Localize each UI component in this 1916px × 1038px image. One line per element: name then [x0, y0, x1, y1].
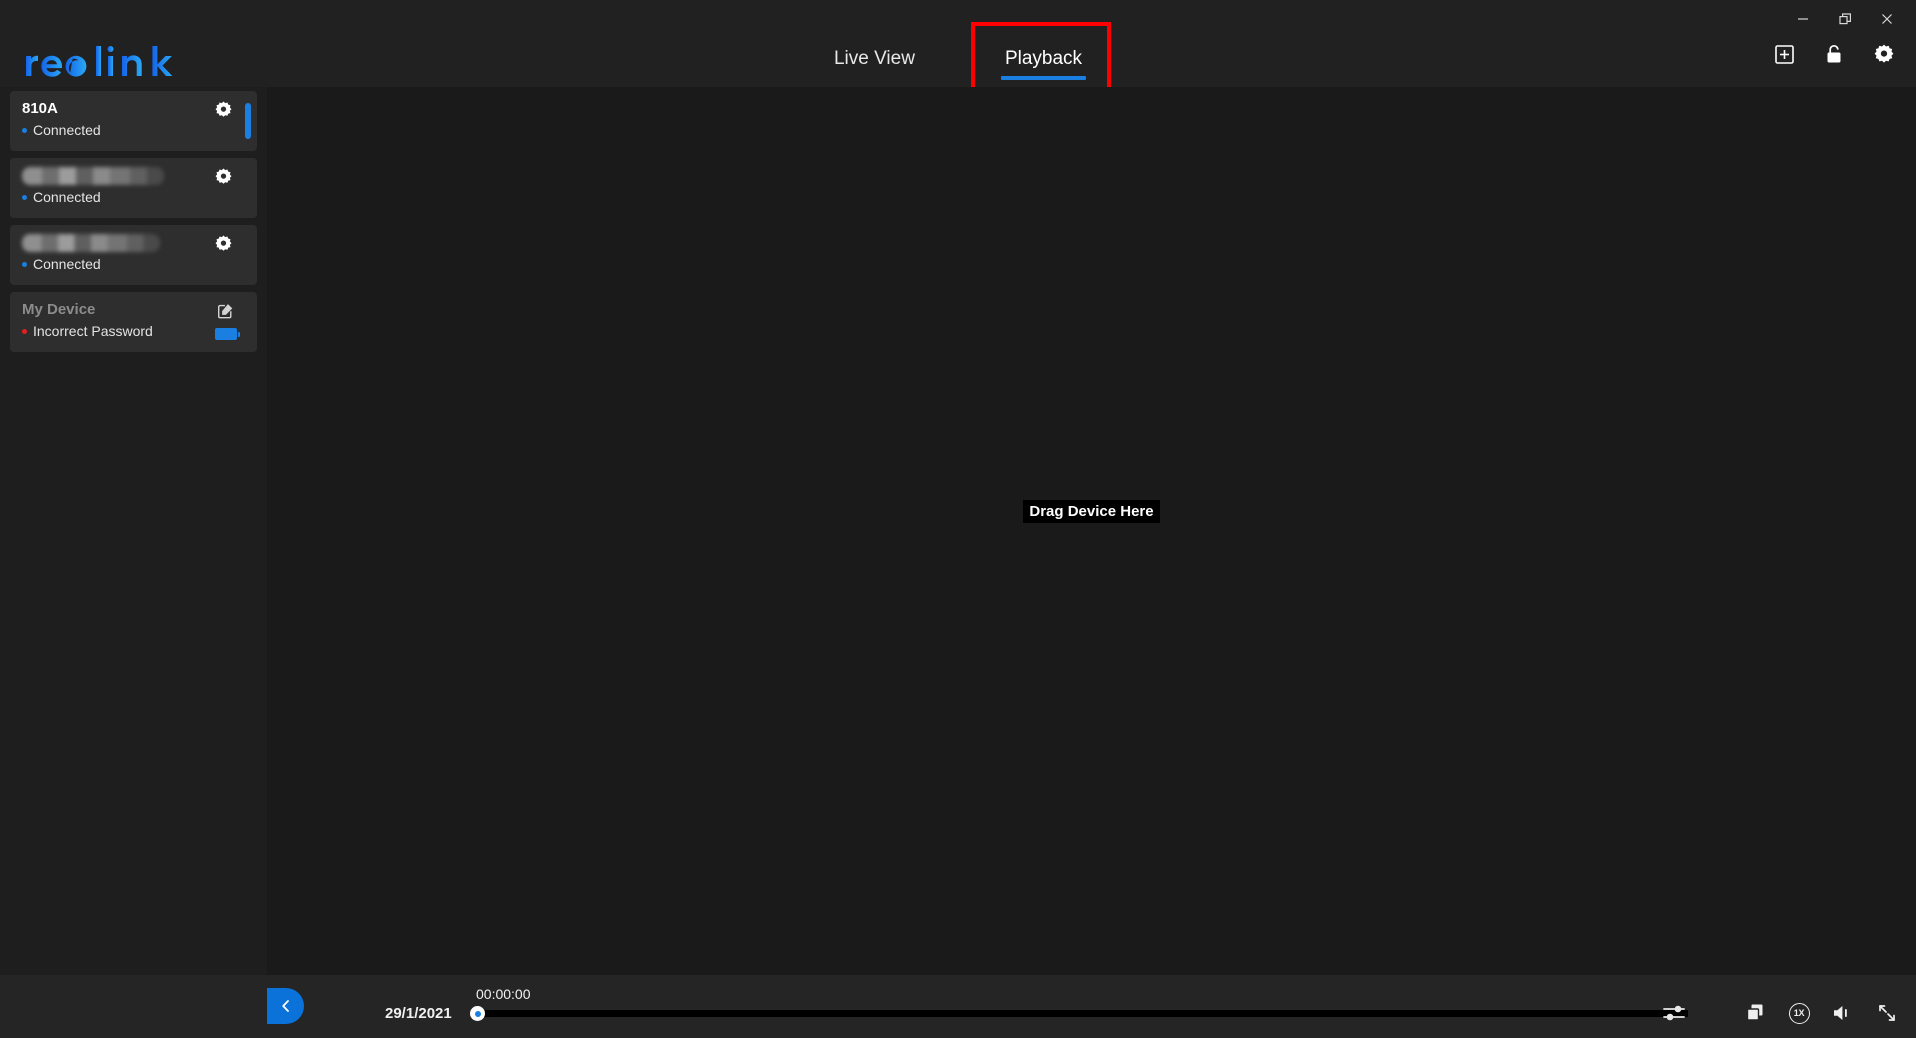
device-status-label: Incorrect Password: [33, 323, 153, 339]
status-dot: [22, 127, 27, 133]
fullscreen-icon[interactable]: [1876, 1003, 1898, 1023]
device-name: [22, 167, 164, 185]
device-list-item[interactable]: Connected: [10, 225, 257, 285]
settings-gear-icon[interactable]: [1874, 44, 1894, 64]
device-list-item[interactable]: Connected: [10, 158, 257, 218]
playback-date[interactable]: 29/1/2021: [385, 1005, 452, 1022]
device-settings-gear-icon[interactable]: [215, 235, 233, 253]
playback-speed-label: 1X: [1788, 1002, 1810, 1024]
filter-icon[interactable]: [1663, 1004, 1685, 1022]
device-status-label: Connected: [33, 256, 101, 272]
tab-playback[interactable]: Playback: [999, 45, 1088, 80]
device-status-label: Connected: [33, 189, 101, 205]
volume-icon[interactable]: [1832, 1003, 1854, 1023]
restore-icon[interactable]: [1824, 0, 1866, 38]
device-name: My Device: [22, 301, 96, 318]
playback-video-stage[interactable]: Drag Device Here: [267, 87, 1916, 975]
device-status: Connected: [22, 187, 245, 207]
add-device-icon[interactable]: [1774, 44, 1794, 64]
scrubber-track[interactable]: [480, 1010, 1688, 1017]
playback-time: 00:00:00: [476, 986, 531, 1002]
minimize-icon[interactable]: [1782, 0, 1824, 38]
scrubber-handle[interactable]: [470, 1006, 485, 1021]
device-status: Connected: [22, 120, 245, 140]
reolink-client-window: Live View Playback 810A Connected Connec…: [0, 0, 1916, 1038]
status-dot: [22, 328, 27, 334]
playback-speed-badge[interactable]: 1X: [1788, 1002, 1810, 1024]
battery-indicator: [215, 328, 240, 340]
main-nav: Live View Playback: [0, 38, 1916, 87]
drag-device-hint: Drag Device Here: [1023, 499, 1160, 523]
device-settings-gear-icon[interactable]: [215, 168, 233, 186]
sidebar-collapse-button[interactable]: [267, 988, 304, 1024]
device-status: Incorrect Password: [22, 321, 245, 341]
unlock-icon[interactable]: [1824, 44, 1844, 64]
title-bar: Live View Playback: [0, 0, 1916, 108]
layers-icon[interactable]: [1744, 1003, 1766, 1023]
playback-right-tools: 1X: [1744, 1002, 1898, 1024]
device-sidebar: 810A Connected Connected Connected My De…: [0, 87, 267, 975]
device-name: [22, 234, 160, 252]
device-status-label: Connected: [33, 122, 101, 138]
app-body: 810A Connected Connected Connected My De…: [0, 87, 1916, 975]
status-dot: [22, 261, 27, 267]
device-settings-gear-icon[interactable]: [215, 101, 233, 119]
device-name: 810A: [22, 100, 58, 117]
device-status: Connected: [22, 254, 245, 274]
status-dot: [22, 194, 27, 200]
device-edit-icon[interactable]: [217, 302, 235, 320]
close-icon[interactable]: [1866, 0, 1908, 38]
header-toolbar: [1774, 44, 1894, 64]
device-list-item[interactable]: 810A Connected: [10, 91, 257, 151]
device-selected-indicator: [245, 103, 251, 139]
tab-live-view[interactable]: Live View: [828, 45, 921, 80]
playback-scrubber[interactable]: [470, 1006, 1688, 1021]
window-controls: [1782, 0, 1908, 38]
device-list-item[interactable]: My Device Incorrect Password: [10, 292, 257, 352]
